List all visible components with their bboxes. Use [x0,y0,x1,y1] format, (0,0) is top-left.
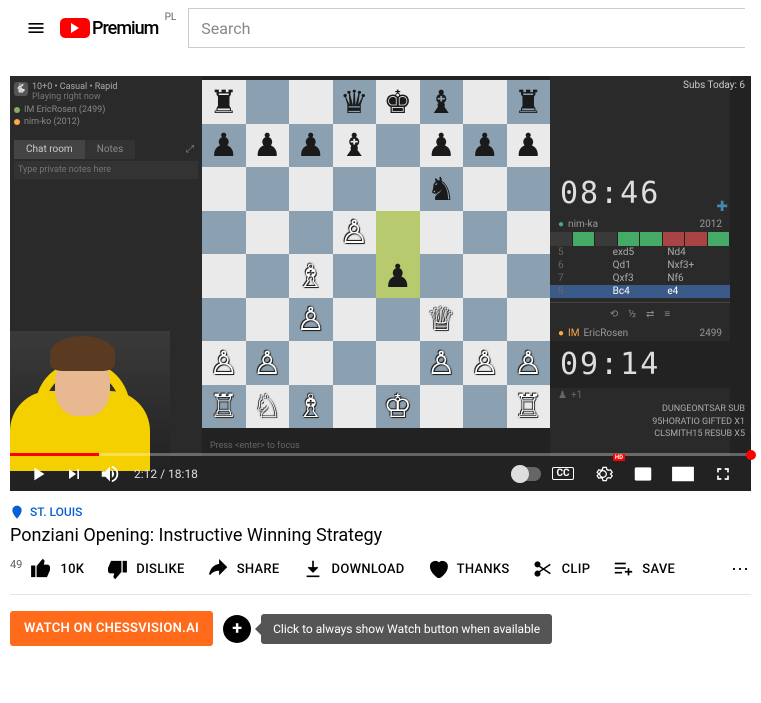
theater-button[interactable] [665,456,701,492]
trending-rank: 49 [10,558,22,571]
scissors-icon [532,558,554,580]
dislike-button[interactable]: DISLIKE [106,558,184,580]
share-icon [207,558,229,580]
download-icon [302,558,324,580]
fullscreen-button[interactable] [705,456,741,492]
game-status: Playing right now [32,92,118,102]
thumbs-up-icon [30,558,52,580]
hamburger-menu[interactable] [16,8,56,48]
notes-input [14,161,198,179]
next-button[interactable] [56,456,92,492]
tab-notes: Notes [85,140,136,159]
game-nav: ⟲½⇄≡ [550,302,730,326]
cc-button[interactable]: CC [545,456,581,492]
playlist-add-icon [612,558,634,580]
rabbit-icon: 🐇 [14,82,28,96]
subs-today: Subs Today: 6 [683,80,745,91]
move-list: 5exd5Nd46Qd1Nxf3+7Qxf3Nf68Bc4e4 [550,246,730,298]
thanks-button[interactable]: THANKS [427,558,510,580]
game-panel: 08:46 ●nim-ka2012✚ 5exd5Nd46Qd1Nxf3+7Qxf… [550,76,730,456]
lichess-sidebar: 🐇 10+0 • Casual • Rapid Playing right no… [10,76,202,456]
search-input[interactable] [188,8,745,48]
player-dot [14,119,20,125]
chess-board: ♜♛♚♝♜♟♟♟♝♟♟♟♞♙♗♟♙♕♙♙♙♙♙♖♘♗♔♖ [202,80,550,428]
logo-text: Premium [92,18,158,39]
autoplay-toggle[interactable] [511,467,541,481]
clock-top: 08:46 [550,170,730,217]
tab-chat: Chat room [14,140,85,159]
add-button[interactable]: + [223,615,251,643]
location-icon [10,505,24,519]
tooltip: Click to always show Watch button when a… [261,614,552,644]
video-player[interactable]: Subs Today: 6 🐇 10+0 • Casual • Rapid Pl… [10,76,751,491]
player-dot [14,107,20,113]
clock-bottom: 09:14 [550,341,730,388]
play-button[interactable] [20,456,56,492]
thumbs-down-icon [106,558,128,580]
clip-button[interactable]: CLIP [532,558,591,580]
volume-button[interactable] [92,456,128,492]
miniplayer-button[interactable] [625,456,661,492]
country-code: PL [165,12,177,23]
focus-hint: Press <enter> to focus [210,441,300,451]
save-button[interactable]: SAVE [612,558,675,580]
chessvision-button[interactable]: WATCH ON CHESSVISION.AI [10,611,213,646]
webcam-feed [10,331,170,471]
game-mode: 10+0 • Casual • Rapid [32,82,118,92]
location-link[interactable]: ST. LOUIS [10,505,751,519]
settings-button[interactable]: HD [585,456,621,492]
time-display: 2:12 / 18:18 [134,467,198,481]
download-button[interactable]: DOWNLOAD [302,558,405,580]
video-title: Ponziani Opening: Instructive Winning St… [10,525,751,546]
youtube-logo[interactable]: Premium PL [60,18,158,39]
share-button[interactable]: SHARE [207,558,280,580]
more-actions-button[interactable]: ⋯ [731,559,751,580]
like-button[interactable]: 10K [30,558,84,580]
heart-icon [427,558,449,580]
sub-events: DUNGEONTSAR SUB95HORATIO GIFTED X1CLSMIT… [652,403,745,441]
youtube-icon [60,18,90,38]
